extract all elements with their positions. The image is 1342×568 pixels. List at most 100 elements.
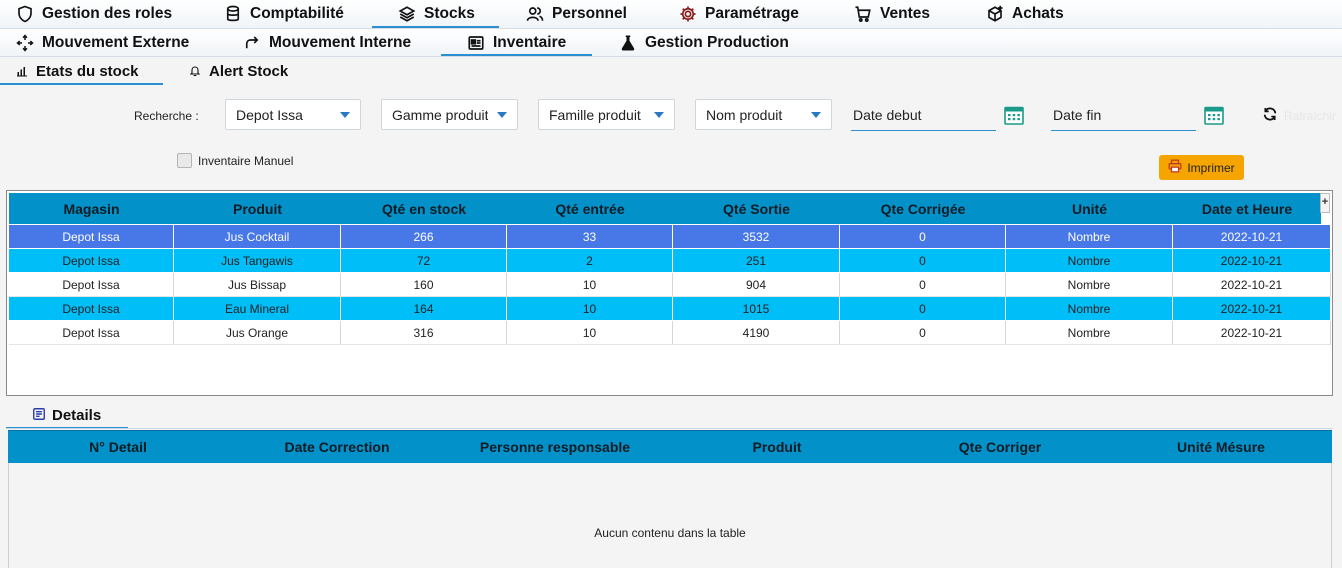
depot-select-value: Depot Issa	[236, 106, 303, 123]
tab-gestion-des-roles[interactable]: Gestion des roles	[16, 0, 172, 28]
table-row[interactable]: Depot Issa Jus Orange 316 10 4190 0 Nomb…	[9, 321, 1331, 345]
main-nav: Gestion des roles Comptabilité Stocks Pe…	[0, 0, 1342, 29]
tab-label: Mouvement Externe	[42, 33, 190, 51]
empty-table-message: Aucun contenu dans la table	[594, 526, 746, 540]
print-label: Imprimer	[1187, 160, 1235, 175]
tab-gestion-production[interactable]: Gestion Production	[619, 29, 789, 56]
table-cell: Eau Mineral	[174, 297, 341, 321]
printer-icon	[1168, 159, 1182, 176]
table-cell: 2	[507, 249, 673, 273]
column-header[interactable]: Produit	[174, 193, 341, 224]
tab-details[interactable]: Details	[6, 402, 128, 429]
table-cell: 10	[507, 273, 673, 297]
table-cell: Nombre	[1006, 225, 1173, 249]
tab-label: Details	[52, 407, 102, 424]
tab-parametrage[interactable]: Paramétrage	[679, 0, 799, 28]
table-cell: 0	[840, 273, 1006, 297]
divider	[6, 428, 1333, 429]
column-header[interactable]: Qte Corrigée	[840, 193, 1006, 224]
tab-mouvement-externe[interactable]: Mouvement Externe	[16, 29, 189, 56]
document-icon	[32, 407, 46, 425]
bar-chart-icon	[16, 62, 28, 80]
table-cell: 72	[341, 249, 507, 273]
table-cell: 164	[341, 297, 507, 321]
famille-select-value: Famille produit	[549, 106, 641, 123]
users-icon	[526, 5, 544, 23]
tab-mouvement-interne[interactable]: Mouvement Interne	[243, 29, 411, 56]
table-row[interactable]: Depot Issa Jus Tangawis 72 2 251 0 Nombr…	[9, 249, 1331, 273]
table-cell: 904	[673, 273, 840, 297]
details-table-header: N° Detail Date Correction Personne respo…	[8, 430, 1332, 463]
table-cell: Depot Issa	[9, 273, 174, 297]
column-header[interactable]: Produit	[664, 431, 890, 463]
print-button[interactable]: Imprimer	[1159, 155, 1244, 180]
chevron-down-icon	[654, 112, 664, 118]
table-cell: Jus Orange	[174, 321, 341, 345]
table-cell: 266	[341, 225, 507, 249]
tab-ventes[interactable]: Ventes	[854, 0, 930, 28]
famille-select[interactable]: Famille produit	[538, 99, 675, 130]
column-header[interactable]: Date Correction	[228, 431, 446, 463]
nom-produit-select-value: Nom produit	[706, 106, 783, 123]
tab-stocks[interactable]: Stocks	[372, 0, 499, 28]
cart-icon	[854, 5, 872, 23]
gamme-select[interactable]: Gamme produit	[381, 99, 518, 130]
chevron-down-icon	[340, 112, 350, 118]
table-cell: 0	[840, 225, 1006, 249]
nom-produit-select[interactable]: Nom produit	[695, 99, 832, 130]
table-row[interactable]: Depot Issa Eau Mineral 164 10 1015 0 Nom…	[9, 297, 1331, 321]
table-cell: 4190	[673, 321, 840, 345]
tab-label: Gestion des roles	[42, 5, 173, 22]
column-header[interactable]: Unité	[1006, 193, 1173, 224]
table-row[interactable]: Depot Issa Jus Cocktail 266 33 3532 0 No…	[9, 225, 1331, 249]
date-debut-field[interactable]: Date debut	[851, 99, 996, 131]
table-cell: 0	[840, 297, 1006, 321]
tab-label: Personnel	[552, 5, 627, 22]
table-cell: 2022-10-21	[1173, 297, 1331, 321]
move-arrows-icon	[16, 33, 34, 52]
column-menu-button[interactable]: +	[1320, 193, 1330, 213]
table-cell: Depot Issa	[9, 297, 174, 321]
tab-alert-stock[interactable]: Alert Stock	[189, 57, 288, 85]
tab-personnel[interactable]: Personnel	[526, 0, 627, 28]
table-row[interactable]: Depot Issa Jus Bissap 160 10 904 0 Nombr…	[9, 273, 1331, 297]
inventaire-manuel-checkbox[interactable]: Inventaire Manuel	[177, 153, 293, 168]
tab-achats[interactable]: Achats	[986, 0, 1064, 28]
shield-icon	[16, 5, 34, 23]
date-fin-field[interactable]: Date fin	[1051, 99, 1196, 131]
column-header[interactable]: Qté en stock	[341, 193, 507, 224]
table-cell: Nombre	[1006, 297, 1173, 321]
table-cell: 0	[840, 249, 1006, 273]
calendar-icon[interactable]	[1204, 105, 1224, 125]
table-cell: 33	[507, 225, 673, 249]
details-table-body: Aucun contenu dans la table	[8, 463, 1332, 568]
table-cell: 251	[673, 249, 840, 273]
table-cell: 10	[507, 321, 673, 345]
column-header[interactable]: Qté Sortie	[673, 193, 840, 224]
column-header[interactable]: Date et Heure	[1173, 193, 1321, 224]
checkbox-box[interactable]	[177, 153, 192, 168]
table-cell: Nombre	[1006, 321, 1173, 345]
column-header[interactable]: Unité Mésure	[1110, 431, 1332, 463]
calendar-icon[interactable]	[1004, 105, 1024, 125]
column-header[interactable]: N° Detail	[8, 431, 228, 463]
refresh-button[interactable]: Rafraîchir	[1262, 106, 1336, 125]
depot-select[interactable]: Depot Issa	[225, 99, 361, 130]
table-cell: Jus Cocktail	[174, 225, 341, 249]
tab-label: Etats du stock	[36, 62, 139, 80]
refresh-label: Rafraîchir	[1284, 108, 1337, 123]
column-header[interactable]: Personne responsable	[446, 431, 664, 463]
refresh-icon	[1262, 106, 1278, 125]
table-cell: 0	[840, 321, 1006, 345]
column-header[interactable]: Qté entrée	[507, 193, 673, 224]
table-cell: 3532	[673, 225, 840, 249]
tab-label: Comptabilité	[250, 5, 344, 22]
chevron-down-icon	[497, 112, 507, 118]
tab-inventaire[interactable]: Inventaire	[441, 29, 592, 56]
tab-comptabilite[interactable]: Comptabilité	[224, 0, 344, 28]
column-header[interactable]: Magasin	[9, 193, 174, 224]
column-header[interactable]: Qte Corriger	[890, 431, 1110, 463]
table-cell: 1015	[673, 297, 840, 321]
gear-icon	[679, 5, 697, 23]
tab-etats-du-stock[interactable]: Etats du stock	[0, 57, 163, 85]
